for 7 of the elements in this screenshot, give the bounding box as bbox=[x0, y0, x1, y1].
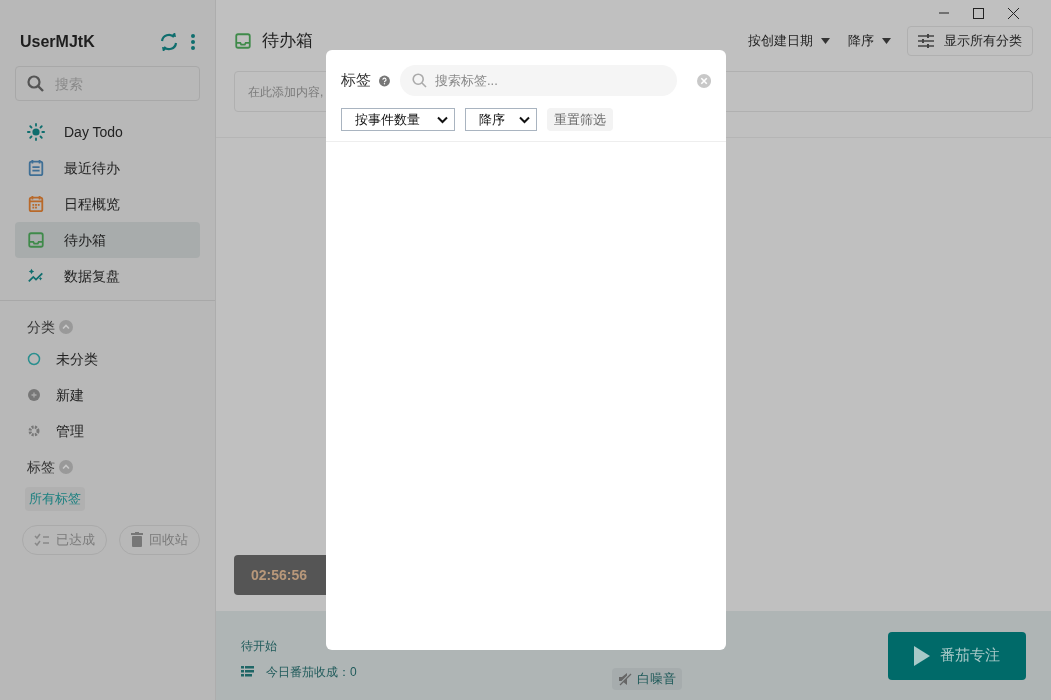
today-count: 今日番茄收成：0 bbox=[266, 663, 357, 681]
page-title: 待办箱 bbox=[262, 30, 313, 53]
user-name: UserMJtK bbox=[20, 32, 95, 52]
timer-status: 待开始 bbox=[241, 637, 278, 655]
section-title: 标签 bbox=[27, 457, 55, 477]
popup-title: 标签 bbox=[341, 70, 371, 91]
section-title: 分类 bbox=[27, 317, 55, 337]
